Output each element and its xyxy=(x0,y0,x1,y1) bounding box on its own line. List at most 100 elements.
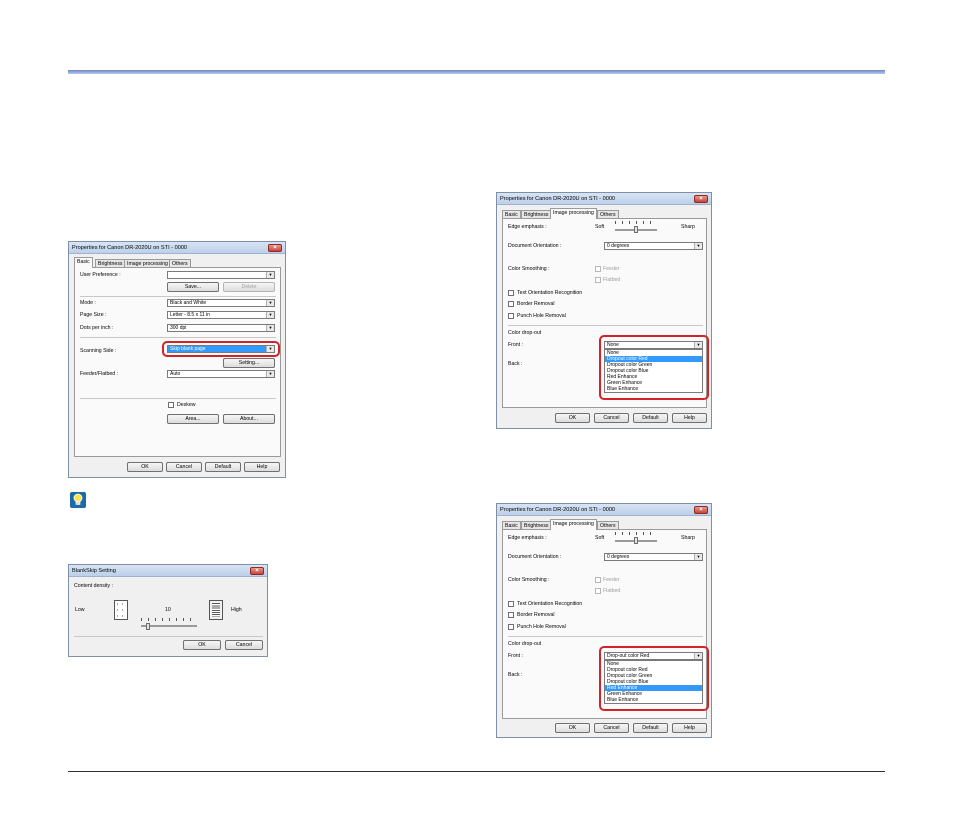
default-button[interactable]: Default xyxy=(205,462,241,472)
divider xyxy=(80,296,276,297)
user-preference-select[interactable]: ▼ xyxy=(167,271,275,279)
text-orientation-label: Text Orientation Recognition xyxy=(517,601,583,607)
dpi-select[interactable]: 300 dpi ▼ xyxy=(167,324,275,332)
flatbed-checkbox[interactable] xyxy=(595,277,601,283)
dialog-title: Properties for Canon DR-2020U on STI - 0… xyxy=(500,507,616,513)
cancel-button[interactable]: Cancel xyxy=(225,640,263,650)
divider xyxy=(508,636,703,637)
close-icon[interactable]: × xyxy=(250,567,264,575)
divider xyxy=(80,398,276,399)
punch-hole-label: Punch Hole Removal xyxy=(517,313,566,319)
default-button[interactable]: Default xyxy=(633,723,668,733)
dialog-title: Properties for Canon DR-2020U on STI - 0… xyxy=(500,196,616,202)
highlight-ring xyxy=(162,341,280,357)
page-size-label: Page Size : xyxy=(80,312,107,318)
footer-rule xyxy=(68,771,885,772)
page-size-select[interactable]: Letter - 8.5 x 11 in ▼ xyxy=(167,311,275,319)
cancel-button[interactable]: Cancel xyxy=(594,723,629,733)
delete-button[interactable]: Delete xyxy=(223,282,275,292)
tab-image-processing[interactable]: Image processing xyxy=(550,519,597,530)
chevron-down-icon: ▼ xyxy=(266,300,274,306)
cancel-button[interactable]: Cancel xyxy=(594,413,629,423)
close-icon[interactable]: × xyxy=(694,506,708,514)
color-smoothing-label: Color Smoothing : xyxy=(508,266,550,272)
close-icon[interactable]: × xyxy=(268,244,282,252)
punch-hole-checkbox[interactable] xyxy=(508,624,514,630)
color-smoothing-label: Color Smoothing : xyxy=(508,577,550,583)
help-button[interactable]: Help xyxy=(244,462,280,472)
area-button[interactable]: Area... xyxy=(167,414,219,424)
scanning-side-label: Scanning Side : xyxy=(80,348,117,354)
tab-basic[interactable]: Basic xyxy=(74,257,93,268)
user-preference-label: User Preference : xyxy=(80,272,121,278)
ok-button[interactable]: OK xyxy=(183,640,221,650)
chevron-down-icon: ▼ xyxy=(266,272,274,278)
border-removal-label: Border Removal xyxy=(517,301,555,307)
setting-button[interactable]: Setting... xyxy=(223,358,275,368)
header-rule xyxy=(68,70,885,74)
highlight-ring xyxy=(599,646,709,711)
text-orientation-checkbox[interactable] xyxy=(508,290,514,296)
feeder-label: Feeder xyxy=(603,266,620,272)
deskew-checkbox[interactable] xyxy=(168,402,174,408)
help-button[interactable]: Help xyxy=(672,413,707,423)
deskew-label: Deskew xyxy=(177,402,196,408)
properties-dialog-image-processing-1: Properties for Canon DR-2020U on STI - 0… xyxy=(496,192,712,429)
dialog-title: BlankSkip Setting xyxy=(72,568,116,574)
front-label: Front : xyxy=(508,653,523,659)
save-button[interactable]: Save... xyxy=(167,282,219,292)
edge-slider-thumb[interactable] xyxy=(634,226,638,233)
high-label: High xyxy=(231,607,242,613)
flatbed-label: Flatbed xyxy=(603,277,621,283)
border-removal-checkbox[interactable] xyxy=(508,301,514,307)
content-density-label: Content density : xyxy=(74,583,113,589)
about-button[interactable]: About... xyxy=(223,414,275,424)
orientation-select[interactable]: 0 degrees ▼ xyxy=(604,242,703,250)
front-label: Front : xyxy=(508,342,523,348)
title-bar: BlankSkip Setting × xyxy=(69,565,267,577)
feeder-checkbox[interactable] xyxy=(595,577,601,583)
border-removal-checkbox[interactable] xyxy=(508,612,514,618)
ok-button[interactable]: OK xyxy=(127,462,163,472)
blank-page-icon xyxy=(114,600,128,620)
mode-select[interactable]: Black and White ▼ xyxy=(167,299,275,307)
tab-image-processing[interactable]: Image processing xyxy=(550,208,597,219)
divider xyxy=(508,325,703,326)
ok-button[interactable]: OK xyxy=(555,723,590,733)
highlight-ring xyxy=(599,335,709,400)
punch-hole-checkbox[interactable] xyxy=(508,313,514,319)
sharp-label: Sharp xyxy=(681,224,695,230)
help-button[interactable]: Help xyxy=(672,723,707,733)
feeder-checkbox[interactable] xyxy=(595,266,601,272)
ok-button[interactable]: OK xyxy=(555,413,590,423)
slider-ticks xyxy=(141,618,197,621)
mode-label: Mode : xyxy=(80,300,96,306)
default-button[interactable]: Default xyxy=(633,413,668,423)
flatbed-checkbox[interactable] xyxy=(595,588,601,594)
close-icon[interactable]: × xyxy=(694,195,708,203)
divider xyxy=(80,337,276,338)
chevron-down-icon: ▼ xyxy=(266,312,274,318)
color-dropout-label: Color drop-out xyxy=(508,330,542,336)
blankskip-dialog: BlankSkip Setting × Content density : Lo… xyxy=(68,564,268,657)
divider xyxy=(74,636,263,637)
chevron-down-icon: ▼ xyxy=(694,554,702,560)
orientation-label: Document Orientation : xyxy=(508,243,562,249)
chevron-down-icon: ▼ xyxy=(266,325,274,331)
back-label: Back : xyxy=(508,672,523,678)
cancel-button[interactable]: Cancel xyxy=(166,462,202,472)
feeder-flatbed-select[interactable]: Auto ▼ xyxy=(167,370,275,378)
color-dropout-label: Color drop-out xyxy=(508,641,542,647)
edge-emphasis-label: Edge emphasis : xyxy=(508,224,547,230)
properties-dialog-basic: Properties for Canon DR-2020U on STI - 0… xyxy=(68,241,286,478)
sharp-label: Sharp xyxy=(681,535,695,541)
title-bar: Properties for Canon DR-2020U on STI - 0… xyxy=(497,193,711,205)
slider-ticks xyxy=(615,221,657,224)
border-removal-label: Border Removal xyxy=(517,612,555,618)
orientation-select[interactable]: 0 degrees ▼ xyxy=(604,553,703,561)
density-slider-thumb[interactable] xyxy=(146,623,150,630)
text-orientation-checkbox[interactable] xyxy=(508,601,514,607)
properties-dialog-image-processing-2: Properties for Canon DR-2020U on STI - 0… xyxy=(496,503,712,738)
title-bar: Properties for Canon DR-2020U on STI - 0… xyxy=(69,242,285,254)
edge-slider-thumb[interactable] xyxy=(634,537,638,544)
